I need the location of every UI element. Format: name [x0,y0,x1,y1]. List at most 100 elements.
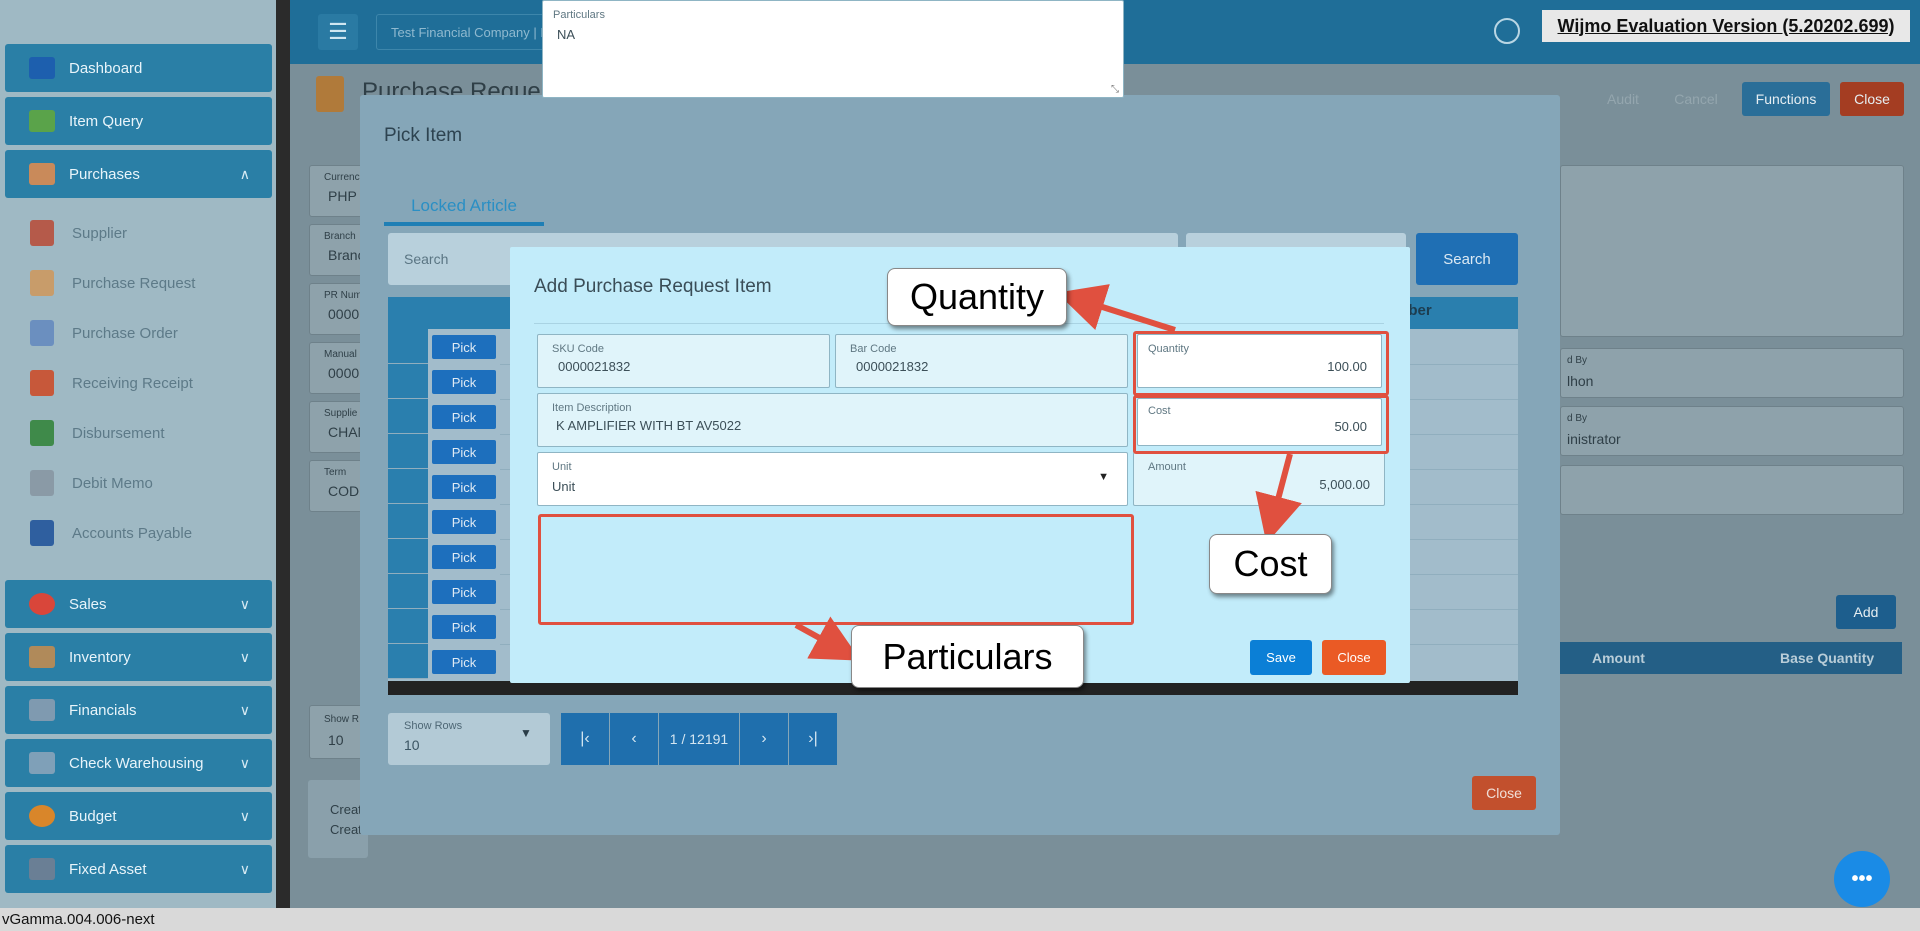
particulars-callout: Particulars [851,625,1084,688]
chevron-down-icon: ∨ [239,754,250,771]
field-value: 5,000.00 [1319,477,1370,492]
fixed-asset-icon [29,858,55,880]
sidebar-item-budget[interactable]: Budget ∨ [5,792,272,840]
hamburger-menu-icon[interactable]: ☰ [318,14,358,50]
sidebar-item-label: Budget [69,807,117,825]
caret-down-icon: ▼ [1098,471,1109,483]
chevron-down-icon: ∨ [239,595,250,612]
sidebar-item-label: Dashboard [69,59,143,77]
sidebar-subitem-accounts-payable[interactable]: Accounts Payable [30,514,270,552]
wijmo-evaluation-notice[interactable]: Wijmo Evaluation Version (5.20202.699) [1542,10,1910,42]
grid-row-header [388,504,428,539]
first-page-button[interactable]: |‹ [561,713,609,765]
prev-page-button[interactable]: ‹ [610,713,658,765]
save-button[interactable]: Save [1250,640,1312,675]
chevron-down-icon: ∨ [239,701,250,718]
field-label: Branch [324,231,356,242]
field-value: lhon [1567,373,1594,389]
sidebar-subitem-supplier[interactable]: Supplier [30,214,270,252]
search-button[interactable]: Search [1416,233,1518,285]
field-label: Term [324,467,347,478]
sidebar-subitem-purchase-request[interactable]: Purchase Request [30,264,270,302]
unit-select[interactable]: Unit Unit ▼ [537,452,1128,506]
pick-button[interactable]: Pick [432,510,496,534]
quantity-highlight [1133,331,1389,396]
approved-by-field[interactable]: d By inistrator [1560,406,1904,456]
field-label: d By [1567,355,1588,366]
grid-row-header [388,644,428,679]
budget-icon [29,805,55,827]
created-label: Creat [330,802,362,817]
field-value: Unit [552,479,576,494]
pick-button[interactable]: Pick [432,335,496,359]
particulars-textarea[interactable]: Particulars NA ⤡ [542,0,1124,98]
pick-button[interactable]: Pick [432,615,496,639]
requested-by-field[interactable]: d By lhon [1560,348,1904,398]
pick-button[interactable]: Pick [432,475,496,499]
ellipsis-icon: ••• [1851,867,1873,890]
pick-button[interactable]: Pick [432,580,496,604]
grid-row-header [388,539,428,574]
sidebar-item-check-warehousing[interactable]: Check Warehousing ∨ [5,739,272,787]
quantity-callout: Quantity [887,268,1067,326]
pick-button[interactable]: Pick [432,405,496,429]
remarks-textarea[interactable] [1560,165,1904,337]
sidebar-item-purchases[interactable]: Purchases ∧ [5,150,272,198]
pick-button[interactable]: Pick [432,545,496,569]
last-page-button[interactable]: ›| [789,713,837,765]
tab-locked-article[interactable]: Locked Article [384,190,544,226]
close-button[interactable]: Close [1322,640,1386,675]
field-label: PR Num [324,290,362,301]
functions-button[interactable]: Functions [1742,82,1830,116]
sidebar-item-item-query[interactable]: Item Query [5,97,272,145]
particulars-highlight [538,514,1134,625]
sidebar-subitem-label: Purchase Request [72,274,196,292]
item-description-field[interactable]: Item Description K AMPLIFIER WITH BT AV5… [537,393,1128,447]
pick-button[interactable]: Pick [432,650,496,674]
field-label: Unit [552,461,572,473]
notes-field[interactable] [1560,465,1904,515]
sidebar-item-fixed-asset[interactable]: Fixed Asset ∨ [5,845,272,893]
sku-code-field[interactable]: SKU Code 0000021832 [537,334,830,388]
sidebar-subitem-debit-memo[interactable]: Debit Memo [30,464,270,502]
clipboard-icon [316,76,344,112]
bar-code-field[interactable]: Bar Code 0000021832 [835,334,1128,388]
sidebar-item-dashboard[interactable]: Dashboard [5,44,272,92]
cancel-button[interactable]: Cancel [1668,82,1724,116]
resize-handle-icon[interactable]: ⤡ [1111,84,1119,95]
sidebar-subitem-label: Purchase Order [72,324,178,342]
field-value: 0000 [328,306,360,322]
sidebar-item-label: Financials [69,701,137,719]
audit-button[interactable]: Audit [1598,82,1648,116]
field-value: 0000021832 [856,359,929,374]
field-value: 0000021832 [558,359,631,374]
sidebar-subitem-receiving-receipt[interactable]: Receiving Receipt [30,364,270,402]
pick-button[interactable]: Pick [432,370,496,394]
field-label: Manual [324,349,357,360]
sidebar-item-inventory[interactable]: Inventory ∨ [5,633,272,681]
more-options-button[interactable]: ••• [1834,851,1890,907]
field-label: Supplie [324,408,358,419]
grid-row-header [388,329,428,364]
check-icon [29,752,55,774]
purchases-icon [29,163,55,185]
pick-button[interactable]: Pick [432,440,496,464]
field-value: 0000 [328,365,360,381]
field-label: d By [1567,413,1588,424]
grid-row-header [388,574,428,609]
sidebar-item-sales[interactable]: Sales ∨ [5,580,272,628]
sidebar-subitem-disbursement[interactable]: Disbursement [30,414,270,452]
field-value: COD [328,483,360,499]
field-label: SKU Code [552,343,604,355]
globe-icon[interactable] [1494,18,1520,44]
sidebar-item-label: Purchases [69,165,140,183]
field-value: PHP [328,188,357,204]
sidebar-subitem-purchase-order[interactable]: Purchase Order [30,314,270,352]
pick-close-button[interactable]: Close [1472,776,1536,810]
next-page-button[interactable]: › [740,713,788,765]
sidebar-item-financials[interactable]: Financials ∨ [5,686,272,734]
page-close-button[interactable]: Close [1840,82,1904,116]
clipboard-icon [30,270,54,296]
add-item-button[interactable]: Add [1836,595,1896,629]
chevron-up-icon: ∧ [239,165,250,182]
